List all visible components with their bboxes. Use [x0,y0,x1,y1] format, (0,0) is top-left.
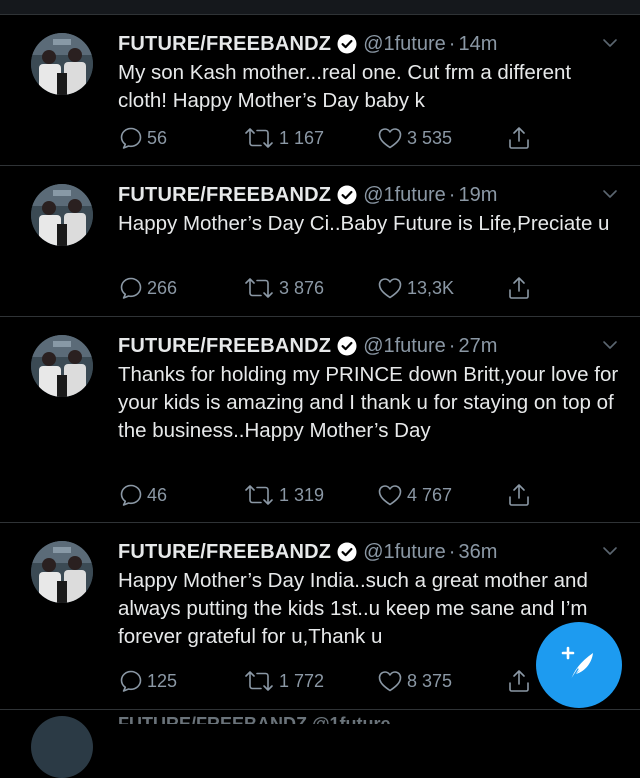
chevron-down-icon[interactable] [602,186,618,202]
tweet-body: FUTURE/FREEBANDZ @1future · 36m Happy Mo… [118,537,622,651]
author-handle[interactable]: @1future [363,184,446,207]
heart-icon [378,671,402,692]
retweet-icon [245,671,273,691]
author-handle[interactable]: @1future [363,335,446,358]
timestamp[interactable]: 19m [458,184,497,207]
retweet-count: 1 167 [279,127,325,148]
like-count: 4 767 [407,484,453,505]
tweet[interactable]: FUTURE/FREEBANDZ @1future · 14m My son K… [0,15,640,166]
author-name[interactable]: FUTURE/FREEBANDZ [118,33,331,56]
avatar[interactable] [31,335,93,397]
timestamp[interactable]: 27m [458,335,497,358]
retweet-button[interactable]: 1 167 [242,123,324,153]
avatar[interactable] [31,184,93,246]
chevron-down-icon[interactable] [602,35,618,51]
verified-badge-icon [337,185,357,205]
like-button[interactable]: 4 767 [376,480,452,510]
compose-tweet-button[interactable] [536,622,622,708]
reply-button[interactable]: 125 [118,666,177,696]
retweet-icon [245,485,273,505]
retweet-icon [245,128,273,148]
retweet-count: 1 772 [279,670,325,691]
timestamp[interactable]: 14m [458,33,497,56]
share-button[interactable] [506,123,532,153]
reply-count: 266 [147,277,178,298]
author-name[interactable]: FUTURE/FREEBANDZ [118,184,331,207]
tweet-body: FUTURE/FREEBANDZ @1future · 27m Thanks f… [118,331,622,445]
share-icon [509,484,529,506]
author-handle[interactable]: @1future [363,541,446,564]
avatar[interactable] [31,33,93,95]
heart-icon [378,278,402,299]
retweet-button[interactable]: 1 772 [242,666,324,696]
author-name[interactable]: FUTURE/FREEBANDZ [118,335,331,358]
tweet-actions: 266 3 876 13,3K [118,273,640,303]
tweet-actions: 56 1 167 3 535 [118,123,640,153]
like-button[interactable]: 8 375 [376,666,452,696]
retweet-button[interactable]: 1 319 [242,480,324,510]
retweet-count: 1 319 [279,484,325,505]
timestamp[interactable]: 36m [458,541,497,564]
verified-badge-icon [337,542,357,562]
share-button[interactable] [506,480,532,510]
tweet[interactable]: FUTURE/FREEBANDZ @1future · 27m Thanks f… [0,317,640,523]
tweet-text: Happy Mother’s Day Ci..Baby Future is Li… [118,212,610,235]
like-count: 13,3K [407,277,455,298]
retweet-count: 3 876 [279,277,325,298]
reply-icon [120,484,142,506]
share-icon [509,127,529,149]
reply-button[interactable]: 46 [118,480,167,510]
retweet-button[interactable]: 3 876 [242,273,324,303]
share-button[interactable] [506,273,532,303]
verified-badge-icon [337,336,357,356]
reply-button[interactable]: 266 [118,273,177,303]
like-button[interactable]: 3 535 [376,123,452,153]
separator-dot: · [448,540,456,563]
top-bar [0,0,640,15]
timeline-feed: FUTURE/FREEBANDZ @1future · 14m My son K… [0,15,640,710]
reply-icon [120,127,142,149]
tweet-header: FUTURE/FREEBANDZ @1future · 36m [118,537,622,567]
chevron-down-icon[interactable] [602,543,618,559]
share-button[interactable] [506,666,532,696]
tweet-actions: 46 1 319 4 767 [118,480,640,510]
tweet-header: FUTURE/FREEBANDZ @1future · 14m [118,29,622,59]
tweet-header: FUTURE/FREEBANDZ @1future · 19m [118,180,622,210]
chevron-down-icon[interactable] [602,337,618,353]
heart-icon [378,485,402,506]
reply-icon [120,670,142,692]
share-icon [509,670,529,692]
tweet-body: FUTURE/FREEBANDZ @1future · 14m My son K… [118,29,622,115]
like-button[interactable]: 13,3K [376,273,454,303]
like-count: 3 535 [407,127,453,148]
avatar[interactable] [31,541,93,603]
tweet-header: FUTURE/FREEBANDZ @1future · 27m [118,331,622,361]
avatar[interactable] [31,716,93,778]
separator-dot: · [448,334,456,357]
author-handle[interactable]: @1future [363,33,446,56]
reply-count: 46 [147,484,168,505]
reply-icon [120,277,142,299]
next-tweet-header[interactable]: FUTURE/FREEBANDZ @1future [118,714,418,724]
tweet-text: My son Kash mother...real one. Cut frm a… [118,61,577,112]
retweet-icon [245,278,273,298]
separator-dot: · [448,32,456,55]
separator-dot: · [448,183,456,206]
reply-count: 56 [147,127,168,148]
tweet-text: Thanks for holding my PRINCE down Britt,… [118,363,624,442]
author-name[interactable]: FUTURE/FREEBANDZ [118,541,331,564]
like-count: 8 375 [407,670,453,691]
reply-count: 125 [147,670,178,691]
compose-tweet-icon [561,646,593,681]
tweet-body: FUTURE/FREEBANDZ @1future · 19m Happy Mo… [118,180,622,238]
tweet[interactable]: FUTURE/FREEBANDZ @1future · 19m Happy Mo… [0,166,640,317]
reply-button[interactable]: 56 [118,123,167,153]
share-icon [509,277,529,299]
verified-badge-icon [337,34,357,54]
heart-icon [378,128,402,149]
